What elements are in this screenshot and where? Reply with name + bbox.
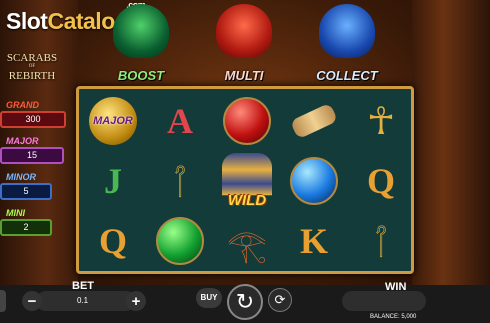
collect-feature: COLLECT <box>308 4 386 84</box>
letter-k-symbol: K <box>299 221 328 261</box>
crook-flail-icon: 𓋾 <box>173 170 187 203</box>
reel-5: ☥ Q 𓋾 <box>349 91 413 271</box>
reel-cell <box>282 151 346 211</box>
reel-cell: WILD <box>215 151 279 211</box>
red-scarab-icon <box>216 4 272 58</box>
reel-cell: Q <box>349 151 413 211</box>
reel-3: WILD 𓂀 <box>215 91 279 271</box>
bet-label: BET <box>72 280 94 292</box>
autoplay-icon: ⟳ <box>274 292 286 307</box>
decrease-bet-button[interactable]: − <box>22 291 42 311</box>
crook-flail-icon: 𓋾 <box>374 230 388 263</box>
scroll-icon <box>289 102 339 140</box>
green-orb-icon <box>156 217 204 265</box>
game-logo-line1: SCARABS <box>6 52 58 64</box>
reel-cell: Q <box>81 211 145 271</box>
letter-a-symbol: A <box>167 101 193 141</box>
reel-cell: A <box>148 91 212 151</box>
collect-label: COLLECT <box>316 68 378 83</box>
multi-feature: MULTI <box>205 4 283 84</box>
reel-cell: 𓋾 <box>148 151 212 211</box>
game-logo: SCARABS OF REBIRTH <box>2 52 62 82</box>
right-pillar <box>412 0 490 285</box>
jackpot-major-title: MAJOR <box>6 136 39 146</box>
boost-feature: BOOST <box>102 4 180 84</box>
jackpot-minor: MINOR 5 <box>0 172 68 200</box>
jackpot-grand-value: 300 <box>0 111 66 128</box>
reel-cell <box>215 91 279 151</box>
letter-j-symbol: J <box>104 161 122 201</box>
menu-tab[interactable] <box>0 290 6 312</box>
multi-label: MULTI <box>224 68 264 83</box>
buy-feature-button[interactable]: BUY <box>196 288 222 308</box>
autoplay-button[interactable]: ⟳ <box>268 288 292 312</box>
reel-cell: 𓂀 <box>215 211 279 271</box>
letter-q-symbol: Q <box>98 221 127 261</box>
reel-cell: MAJOR <box>81 91 145 151</box>
jackpot-major: MAJOR 15 <box>0 136 68 164</box>
reel-cell <box>282 91 346 151</box>
letter-q-symbol: Q <box>366 161 395 201</box>
red-orb-icon <box>223 97 271 145</box>
increase-bet-button[interactable]: + <box>126 291 146 311</box>
balance-text: BALANCE: 5,000 <box>370 314 417 320</box>
jackpot-grand-title: GRAND <box>6 100 39 110</box>
green-scarab-icon <box>113 4 169 58</box>
blue-orb-icon <box>290 157 338 205</box>
reel-cell: K <box>282 211 346 271</box>
jackpot-mini: MINI 2 <box>0 208 68 236</box>
bet-value: 0.1 <box>77 296 89 305</box>
reel-4: K <box>282 91 346 271</box>
eye-of-horus-icon: 𓂀 <box>227 227 267 263</box>
game-logo-line2: REBIRTH <box>8 70 56 82</box>
ankh-icon: ☥ <box>366 100 396 143</box>
boost-label: BOOST <box>117 68 165 83</box>
reel-cell: 𓋾 <box>349 211 413 271</box>
jackpot-minor-value: 5 <box>0 183 52 200</box>
major-coin-icon: MAJOR <box>89 97 137 145</box>
jackpot-major-value: 15 <box>0 147 64 164</box>
win-label: WIN <box>385 281 407 293</box>
jackpot-mini-value: 2 <box>0 219 52 236</box>
win-field <box>342 291 426 311</box>
blue-scarab-icon <box>319 4 375 58</box>
reel-1: MAJOR J Q <box>81 91 145 271</box>
jackpot-minor-title: MINOR <box>6 172 36 182</box>
reel-cell: ☥ <box>349 91 413 151</box>
jackpot-mini-title: MINI <box>6 208 25 218</box>
spin-button[interactable]: ↻ <box>227 284 263 320</box>
reel-grid: MAJOR J Q A 𓋾 WILD 𓂀 K ☥ Q 𓋾 <box>76 86 414 274</box>
jackpot-grand: GRAND 300 <box>0 100 68 128</box>
reel-cell <box>148 211 212 271</box>
spin-icon: ↻ <box>235 289 255 314</box>
jackpot-panel: GRAND 300 MAJOR 15 MINOR 5 MINI 2 <box>0 100 68 244</box>
reel-cell: J <box>81 151 145 211</box>
reel-2: A 𓋾 <box>148 91 212 271</box>
pharaoh-wild-icon: WILD <box>222 153 272 209</box>
